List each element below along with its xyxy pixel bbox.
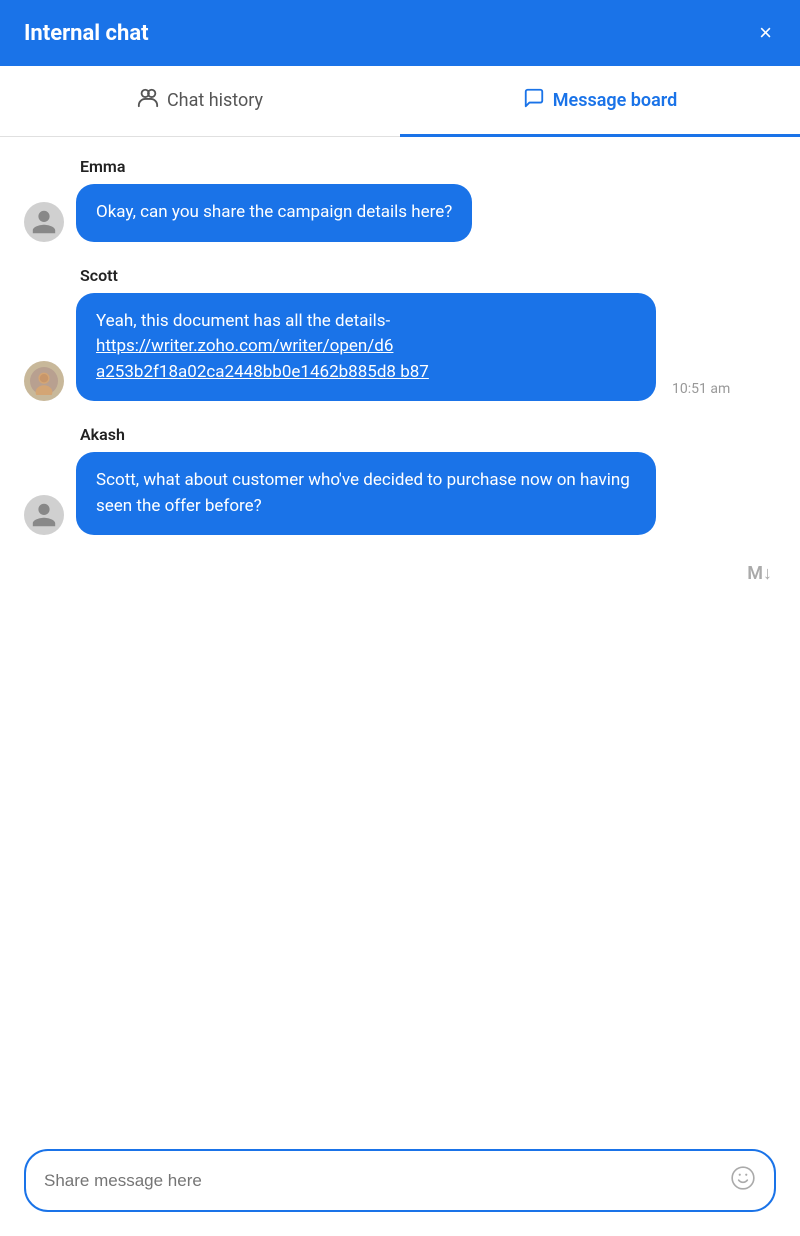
message-group-scott: Scott Yeah, this document has all the de…: [24, 266, 776, 402]
chat-history-icon: [137, 87, 159, 114]
avatar-scott: [24, 361, 64, 401]
avatar-emma: [24, 202, 64, 242]
input-wrapper: [24, 1149, 776, 1212]
avatar-akash: [24, 495, 64, 535]
bubble-emma: Okay, can you share the campaign details…: [76, 184, 472, 242]
message-time-scott: 10:51 am: [672, 381, 730, 401]
messages-area: Emma Okay, can you share the campaign de…: [0, 137, 800, 1133]
document-link[interactable]: https://writer.zoho.com/writer/open/d6 a…: [96, 336, 429, 382]
header-title: Internal chat: [24, 21, 149, 46]
message-board-icon: [523, 87, 545, 114]
tab-chat-history-label: Chat history: [167, 90, 263, 111]
input-area: [0, 1133, 800, 1236]
sender-scott: Scott: [80, 266, 776, 285]
sender-akash: Akash: [80, 425, 776, 444]
message-group-emma: Emma Okay, can you share the campaign de…: [24, 157, 776, 242]
tab-message-board-label: Message board: [553, 90, 677, 111]
message-group-akash: Akash Scott, what about customer who've …: [24, 425, 776, 535]
header: Internal chat ×: [0, 0, 800, 66]
message-row-scott: Yeah, this document has all the details-…: [24, 293, 776, 402]
bubble-scott: Yeah, this document has all the details-…: [76, 293, 656, 402]
tab-message-board[interactable]: Message board: [400, 67, 800, 137]
close-button[interactable]: ×: [755, 18, 776, 48]
message-row-emma: Okay, can you share the campaign details…: [24, 184, 776, 242]
tab-chat-history[interactable]: Chat history: [0, 67, 400, 137]
tabs: Chat history Message board: [0, 66, 800, 137]
message-row-akash: Scott, what about customer who've decide…: [24, 452, 776, 535]
chat-container: Internal chat × Chat history Message bo: [0, 0, 800, 1236]
message-input[interactable]: [44, 1171, 718, 1191]
markdown-indicator: M↓: [24, 563, 776, 584]
emoji-button[interactable]: [730, 1165, 756, 1196]
sender-emma: Emma: [80, 157, 776, 176]
bubble-akash: Scott, what about customer who've decide…: [76, 452, 656, 535]
